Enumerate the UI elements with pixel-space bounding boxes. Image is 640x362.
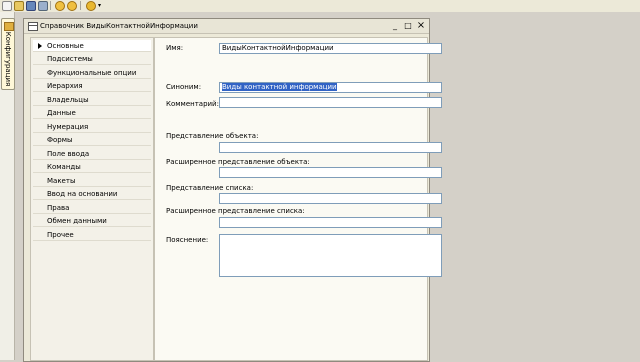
section-nav: Основные Подсистемы Функциональные опции…: [30, 37, 154, 361]
extended-object-representation-label: Расширенное представление объекта:: [166, 158, 310, 166]
nav-item-label: Владельцы: [47, 96, 89, 104]
nav-item-label: Команды: [47, 163, 81, 171]
nav-item-rights[interactable]: Права: [33, 202, 151, 214]
name-label: Имя:: [166, 44, 184, 52]
nav-item-label: Основные: [47, 42, 84, 50]
nav-item-data-exchange[interactable]: Обмен данными: [33, 215, 151, 227]
nav-item-label: Нумерация: [47, 123, 89, 131]
extended-list-representation-field[interactable]: [219, 217, 442, 228]
synonym-label: Синоним:: [166, 83, 202, 91]
help-icon[interactable]: [86, 1, 96, 11]
copy-icon[interactable]: [38, 1, 48, 11]
nav-item-templates[interactable]: Макеты: [33, 175, 151, 187]
nav-item-forms[interactable]: Формы: [33, 134, 151, 146]
nav-item-numbering[interactable]: Нумерация: [33, 121, 151, 133]
window-title: Справочник ВидыКонтактнойИнформации: [40, 22, 198, 30]
toolbar-separator: [50, 1, 51, 10]
nav-item-commands[interactable]: Команды: [33, 161, 151, 173]
maximize-button[interactable]: □: [403, 21, 413, 31]
nav-item-owners[interactable]: Владельцы: [33, 94, 151, 106]
close-button[interactable]: ×: [416, 21, 426, 31]
extended-object-representation-field[interactable]: [219, 167, 442, 178]
open-icon[interactable]: [14, 1, 24, 11]
explanation-label: Пояснение:: [166, 236, 209, 244]
nav-item-other[interactable]: Прочее: [33, 229, 151, 241]
forward-icon[interactable]: [67, 1, 77, 11]
explanation-textarea[interactable]: [219, 234, 442, 277]
nav-item-label: Функциональные опции: [47, 69, 137, 77]
nav-item-label: Ввод на основании: [47, 190, 118, 198]
toolbar-separator: [80, 1, 81, 10]
nav-item-functional-options[interactable]: Функциональные опции: [33, 67, 151, 79]
nav-item-input-based-on[interactable]: Ввод на основании: [33, 188, 151, 200]
list-representation-label: Представление списка:: [166, 184, 254, 192]
properties-form: Имя: ВидыКонтактнойИнформации Синоним: В…: [154, 37, 442, 361]
object-representation-label: Представление объекта:: [166, 132, 259, 140]
current-arrow-icon: [38, 43, 42, 49]
nav-item-label: Подсистемы: [47, 55, 93, 63]
nav-item-label: Обмен данными: [47, 217, 107, 225]
nav-item-data[interactable]: Данные: [33, 107, 151, 119]
nav-item-label: Данные: [47, 109, 76, 117]
extended-list-representation-label: Расширенное представление списка:: [166, 207, 305, 215]
nav-item-label: Прочее: [47, 231, 74, 239]
nav-item-label: Поле ввода: [47, 150, 90, 158]
left-panel-strip: Конфигурация: [0, 12, 15, 360]
run-icon[interactable]: [55, 1, 65, 11]
configuration-tab-label: Конфигурация: [4, 31, 12, 87]
comment-label: Комментарий:: [166, 100, 219, 108]
name-field[interactable]: ВидыКонтактнойИнформации: [219, 43, 442, 54]
nav-item-label: Иерархия: [47, 82, 83, 90]
name-value: ВидыКонтактнойИнформации: [222, 44, 334, 52]
configuration-tab[interactable]: Конфигурация: [1, 18, 15, 90]
nav-item-hierarchy[interactable]: Иерархия: [33, 80, 151, 92]
catalog-icon: [28, 22, 38, 31]
synonym-field[interactable]: Виды контактной информации: [219, 82, 442, 93]
list-representation-field[interactable]: [219, 193, 442, 204]
synonym-value: Виды контактной информации: [222, 83, 337, 91]
new-document-icon[interactable]: [2, 1, 12, 11]
window-titlebar[interactable]: Справочник ВидыКонтактнойИнформации _ □ …: [24, 19, 429, 34]
catalog-editor-window: Справочник ВидыКонтактнойИнформации _ □ …: [23, 18, 442, 362]
nav-item-label: Формы: [47, 136, 73, 144]
object-representation-field[interactable]: [219, 142, 442, 153]
minimize-button[interactable]: _: [390, 21, 400, 31]
nav-item-input-field[interactable]: Поле ввода: [33, 148, 151, 160]
configuration-icon: [4, 22, 14, 31]
nav-item-subsystems[interactable]: Подсистемы: [33, 53, 151, 65]
save-icon[interactable]: [26, 1, 36, 11]
nav-item-label: Права: [47, 204, 70, 212]
nav-item-label: Макеты: [47, 177, 76, 185]
chevron-down-icon[interactable]: ▾: [98, 2, 101, 9]
nav-item-basic[interactable]: Основные: [33, 40, 151, 52]
comment-field[interactable]: [219, 97, 442, 108]
